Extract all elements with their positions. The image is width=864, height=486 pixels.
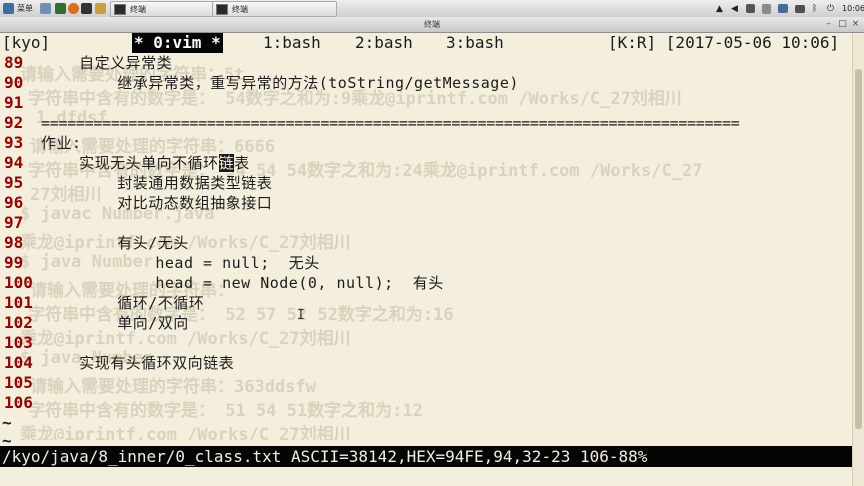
bluetooth-icon[interactable]: ᛒ	[812, 2, 817, 15]
show-desktop-launcher[interactable]	[40, 2, 51, 15]
folder-icon	[95, 3, 106, 14]
command-line-area[interactable]	[0, 467, 852, 486]
line-text-before-cursor: 实现无头单向不循环	[41, 154, 219, 172]
line-number: 93	[4, 133, 24, 152]
line-text: 有头/无头	[41, 234, 189, 252]
line-text: 作业:	[41, 134, 82, 152]
line-number: 95	[4, 173, 24, 192]
tmux-session-name: [kyo]	[2, 33, 51, 52]
network-icon[interactable]	[746, 2, 755, 15]
line-number: 99	[4, 253, 24, 272]
tmux-window-3-bash[interactable]: 3:bash	[446, 33, 504, 53]
line-number: 97	[4, 213, 24, 232]
line-text: 实现有头循环双向链表	[41, 354, 235, 372]
line-text: ========================================…	[41, 114, 740, 132]
line-text: 封装通用数据类型链表	[41, 174, 273, 192]
tmux-window-0-vim[interactable]: * 0:vim *	[132, 33, 223, 53]
tmux-right-status: [K:R] [2017-05-06 10:06]	[608, 33, 840, 52]
line-text: 继承异常类，重写异常的方法(toString/getMessage)	[41, 74, 519, 92]
line-text: head = new Node(0, null); 有头	[41, 274, 444, 292]
maximize-icon[interactable]: □	[838, 20, 847, 29]
menu-label: 菜单	[17, 4, 33, 13]
line-text: 对比动态数组抽象接口	[41, 194, 273, 212]
clipboard-icon[interactable]	[762, 2, 771, 15]
terminal-icon	[216, 3, 228, 15]
menu-icon	[3, 3, 14, 14]
line-text-after-cursor: 表	[234, 154, 250, 172]
line-number: 92	[4, 113, 24, 132]
line-number: 89	[4, 53, 24, 72]
line-number: 94	[4, 153, 24, 172]
tray-arrow-icon[interactable]: ▲	[716, 2, 723, 15]
line-text: 单向/双向	[41, 314, 189, 332]
line-text: 自定义异常类	[41, 54, 173, 72]
line-number: 104	[4, 353, 33, 372]
line-number: 98	[4, 233, 24, 252]
battery-icon[interactable]	[795, 2, 805, 15]
file-manager-launcher[interactable]	[95, 2, 106, 15]
launcher-app-2[interactable]	[55, 2, 66, 15]
line-number: 105	[4, 373, 33, 392]
terminal-launcher[interactable]	[81, 2, 92, 15]
line-text: 循环/不循环	[41, 294, 205, 312]
line-text: head = null; 无头	[41, 254, 320, 272]
line-number: 100	[4, 273, 33, 292]
window-title: 终端	[424, 20, 440, 29]
app-icon	[55, 3, 66, 14]
taskbar-item-label: 终端	[232, 4, 248, 14]
vim-status-line: /kyo/java/8_inner/0_class.txt ASCII=3814…	[0, 446, 852, 467]
text-cursor: 链	[218, 154, 235, 172]
taskbar-item-label: 终端	[130, 4, 146, 14]
mouse-ibeam-cursor-icon: I	[297, 308, 305, 323]
line-number: 101	[4, 293, 33, 312]
tmux-window-2-bash[interactable]: 2:bash	[355, 33, 413, 53]
vim-editor-buffer[interactable]: 89 自定义异常类 90 继承异常类，重写异常的方法(toString/getM…	[0, 53, 852, 446]
line-number: 106	[4, 393, 33, 412]
line-text: 实现无头单向不循环链表	[41, 153, 250, 173]
app-menu-button[interactable]: 菜单	[3, 2, 33, 15]
terminal-icon	[114, 3, 126, 15]
line-number: 96	[4, 193, 24, 212]
close-icon[interactable]: ×	[851, 20, 860, 29]
volume-icon[interactable]: ◀	[731, 2, 738, 15]
terminal-scrollbar[interactable]	[852, 33, 864, 486]
desktop-panel: 菜单 终端 终端 ▲ ◀ ᛒ ⏻ 10:06	[0, 0, 864, 18]
line-number: 102	[4, 313, 33, 332]
browser-launcher[interactable]	[68, 2, 79, 15]
line-number: 91	[4, 93, 24, 112]
taskbar-item-terminal-2[interactable]: 终端	[212, 1, 337, 17]
display-icon[interactable]	[778, 2, 788, 15]
terminal-icon	[81, 3, 92, 14]
line-number: 90	[4, 73, 24, 92]
tmux-status-bar: [kyo] * 0:vim * 1:bash 2:bash 3:bash [K:…	[0, 33, 852, 53]
firefox-icon	[68, 3, 79, 14]
minimize-icon[interactable]: –	[824, 20, 833, 29]
window-titlebar[interactable]: 终端 – □ ×	[0, 17, 864, 33]
tmux-window-1-bash[interactable]: 1:bash	[263, 33, 321, 53]
line-number: 103	[4, 333, 33, 352]
scrollbar-thumb[interactable]	[855, 69, 862, 429]
clock[interactable]: 10:06	[842, 2, 864, 15]
desktop-icon	[40, 3, 51, 14]
power-icon[interactable]: ⏻	[827, 2, 834, 15]
